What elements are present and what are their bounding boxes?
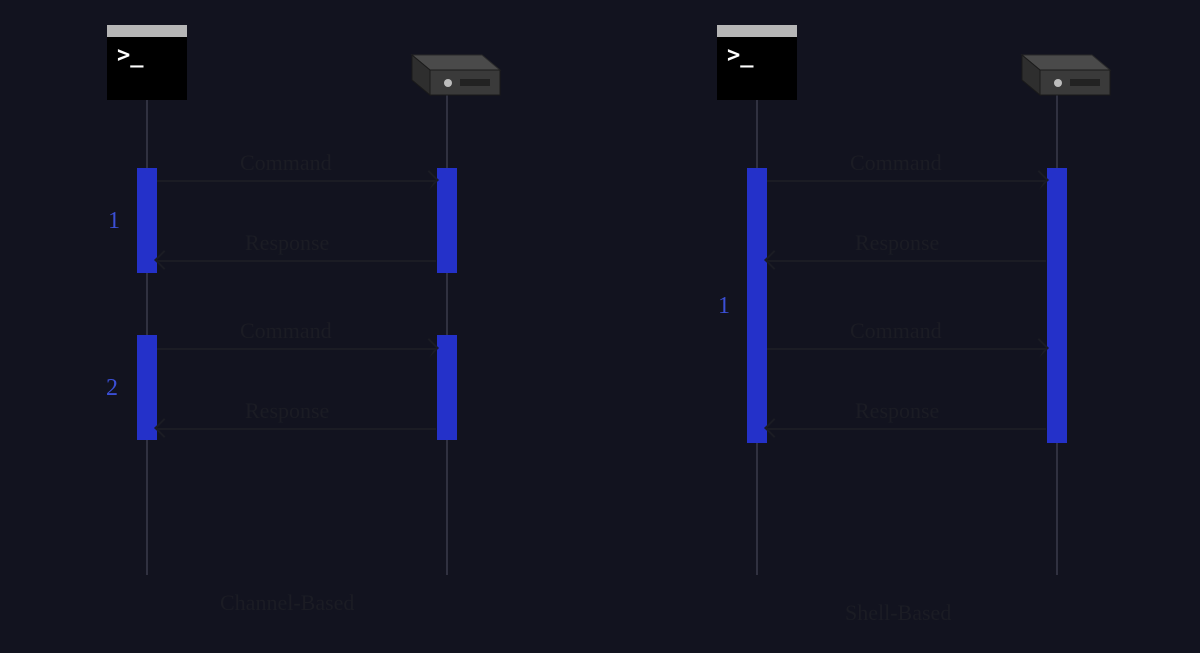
terminal-body: >_ — [107, 37, 187, 100]
message-label: Command — [850, 150, 942, 176]
message-label: Response — [855, 230, 939, 256]
sequence-number-2: 2 — [106, 375, 118, 402]
message-label: Response — [855, 398, 939, 424]
arrow-right — [157, 180, 436, 182]
server-icon — [392, 45, 502, 105]
arrow-left — [157, 428, 436, 430]
arrow-left — [767, 428, 1046, 430]
terminal-prompt: >_ — [117, 43, 144, 68]
terminal-titlebar — [107, 25, 187, 37]
terminal-icon: >_ — [107, 25, 187, 100]
terminal-titlebar — [717, 25, 797, 37]
diagram-caption: Channel-Based — [220, 590, 354, 616]
terminal-prompt: >_ — [727, 43, 754, 68]
message-label: Response — [245, 230, 329, 256]
message-label: Command — [240, 150, 332, 176]
diagram-caption: Shell-Based — [845, 600, 951, 626]
arrow-right — [157, 348, 436, 350]
activation-server-1 — [437, 168, 457, 273]
sequence-diagram-comparison: >_ 1 Command Response 2 Command — [0, 0, 1200, 653]
message-label: Command — [850, 318, 942, 344]
activation-client-2 — [137, 335, 157, 440]
terminal-body: >_ — [717, 37, 797, 100]
arrow-right — [767, 180, 1046, 182]
arrow-right — [767, 348, 1046, 350]
server-icon — [1002, 45, 1112, 105]
activation-client-1 — [747, 168, 767, 443]
sequence-number-1: 1 — [108, 208, 120, 235]
activation-server-1 — [1047, 168, 1067, 443]
arrow-left — [157, 260, 436, 262]
message-label: Response — [245, 398, 329, 424]
activation-client-1 — [137, 168, 157, 273]
terminal-icon: >_ — [717, 25, 797, 100]
activation-server-2 — [437, 335, 457, 440]
message-label: Command — [240, 318, 332, 344]
arrow-left — [767, 260, 1046, 262]
sequence-number-1: 1 — [718, 293, 730, 320]
